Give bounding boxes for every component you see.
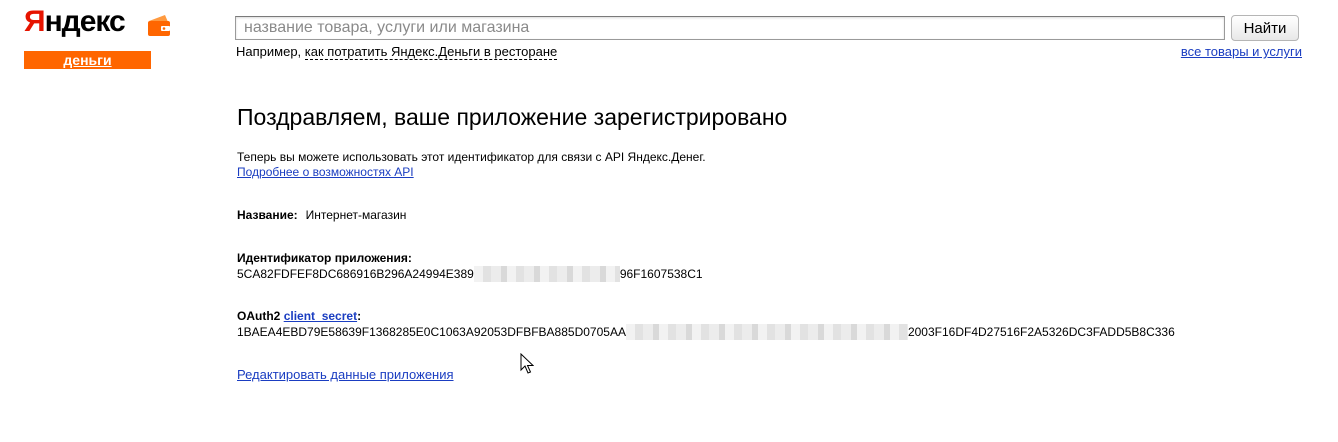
- logo-letters: ндекс: [44, 5, 126, 38]
- logo-sub-link[interactable]: деньги: [63, 52, 111, 68]
- redacted-blur: [625, 324, 908, 340]
- oauth-prefix: OAuth2: [237, 309, 281, 323]
- api-info-link[interactable]: Подробнее о возможностях API: [237, 165, 414, 179]
- secret-colon: :: [357, 309, 362, 323]
- app-name-label: Название:: [237, 208, 298, 222]
- secret-end: 2003F16DF4D27516F2A5326DC3FADD5B8C336: [907, 325, 1175, 339]
- app-name-value: Интернет-магазин: [305, 208, 407, 222]
- intro-text: Теперь вы можете использовать этот идент…: [237, 150, 706, 164]
- search-input[interactable]: [235, 16, 1225, 40]
- example-link[interactable]: как потратить Яндекс.Деньги в ресторане: [304, 44, 558, 60]
- edit-app-link[interactable]: Редактировать данные приложения: [237, 367, 454, 382]
- yandex-money-logo[interactable]: Яндекс деньги: [24, 6, 170, 69]
- secret-start: 1BAEA4EBD79E58639F1368285E0C1063A92053DF…: [237, 325, 626, 339]
- logo-sub-bar[interactable]: деньги: [24, 51, 151, 69]
- search-button[interactable]: Найти: [1231, 15, 1299, 41]
- redacted-blur: [473, 266, 620, 282]
- mouse-cursor-icon: [520, 353, 534, 374]
- example-prefix: Например,: [236, 44, 302, 59]
- page-title: Поздравляем, ваше приложение зарегистрир…: [237, 104, 788, 130]
- app-id-block: Идентификатор приложения: 5CA82FDFEF8DC6…: [237, 250, 703, 282]
- app-id-label: Идентификатор приложения:: [237, 251, 412, 265]
- app-id-start: 5CA82FDFEF8DC686916B296A24994E389: [237, 267, 474, 281]
- logo-letter-ya: Я: [24, 5, 46, 38]
- wallet-icon: [148, 15, 170, 36]
- search-example: Например, как потратить Яндекс.Деньги в …: [236, 44, 558, 60]
- app-id-value: 5CA82FDFEF8DC686916B296A24994E389 96F1607…: [237, 266, 703, 282]
- logo-wordmark: Яндекс: [24, 6, 151, 38]
- intro-block: Теперь вы можете использовать этот идент…: [237, 150, 706, 180]
- client-secret-value: 1BAEA4EBD79E58639F1368285E0C1063A92053DF…: [237, 324, 1175, 340]
- client-secret-label: OAuth2 client_secret:: [237, 308, 1175, 324]
- app-name-row: Название: Интернет-магазин: [237, 208, 406, 222]
- client-secret-link[interactable]: client_secret: [284, 309, 357, 323]
- all-goods-link[interactable]: все товары и услуги: [1181, 44, 1302, 59]
- app-id-end: 96F1607538C1: [619, 267, 703, 281]
- client-secret-block: OAuth2 client_secret: 1BAEA4EBD79E58639F…: [237, 308, 1175, 340]
